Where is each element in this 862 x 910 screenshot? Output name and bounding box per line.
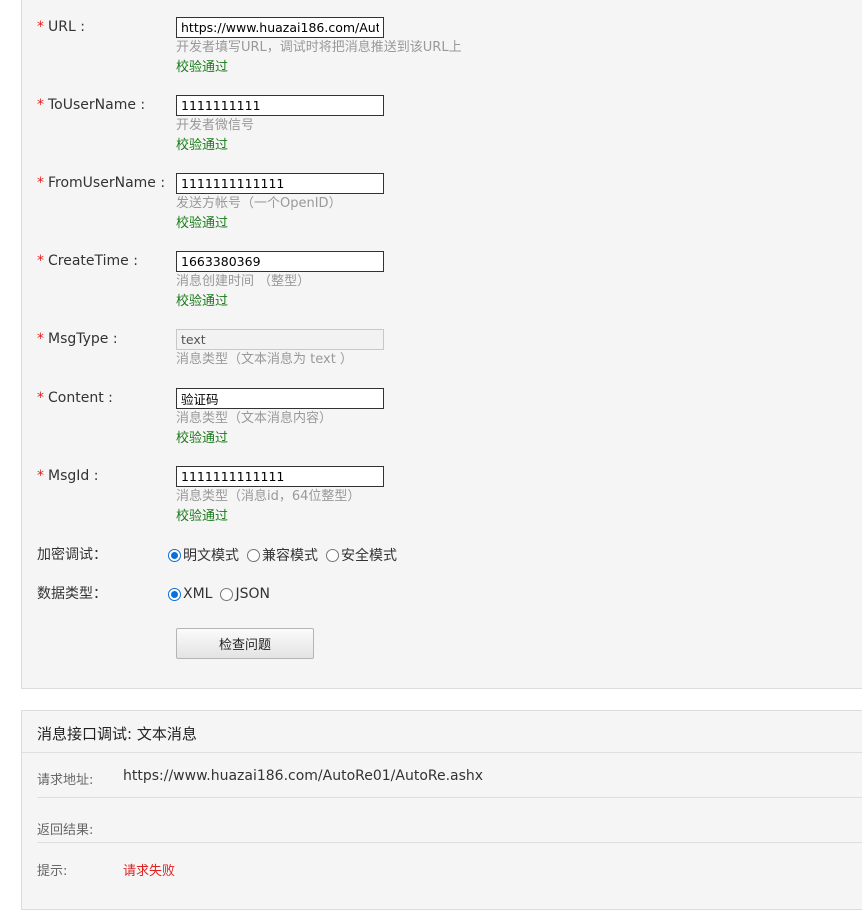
createtime-hint: 消息创建时间 （整型） [176, 274, 311, 289]
msgid-input[interactable] [176, 466, 384, 487]
encrypt-option-secure[interactable]: 安全模式 [326, 545, 397, 565]
datatype-radio-group: XML JSON [168, 584, 278, 604]
datatype-label: 数据类型： [37, 586, 107, 602]
createtime-status: 校验通过 [176, 294, 229, 309]
request-url-value: https://www.huazai186.com/AutoRe01/AutoR… [123, 768, 484, 784]
response-label: 返回结果: [37, 823, 94, 838]
required-mark: * [37, 390, 44, 406]
content-status: 校验通过 [176, 431, 229, 446]
required-mark: * [37, 468, 44, 484]
encrypt-option-plain[interactable]: 明文模式 [168, 545, 239, 565]
msgtype-input [176, 329, 384, 350]
tip-label: 提示: [37, 864, 68, 879]
datatype-option-json[interactable]: JSON [220, 586, 270, 602]
radio-checked-icon[interactable] [168, 587, 181, 601]
fromusername-label: FromUserName : [48, 175, 166, 191]
radio-unchecked-icon[interactable] [326, 548, 339, 562]
msgid-label: MsgId : [48, 468, 99, 484]
msgtype-hint: 消息类型（文本消息为 text ） [176, 352, 353, 367]
msgid-status: 校验通过 [176, 509, 229, 524]
result-title: 消息接口调试: 文本消息 [37, 725, 197, 743]
result-panel: 消息接口调试: 文本消息 请求地址: https://www.huazai186… [21, 710, 862, 910]
url-label: URL : [48, 19, 85, 35]
content-input[interactable] [176, 388, 384, 409]
tip-value: 请求失败 [123, 864, 176, 879]
msgid-hint: 消息类型（消息id，64位整型） [176, 489, 361, 504]
datatype-option-xml[interactable]: XML [168, 586, 212, 602]
encrypt-label: 加密调试： [37, 547, 107, 563]
radio-unchecked-icon[interactable] [247, 548, 260, 562]
tousername-status: 校验通过 [176, 138, 229, 153]
required-mark: * [37, 19, 44, 35]
url-status: 校验通过 [176, 60, 229, 75]
required-mark: * [37, 253, 44, 269]
fromusername-hint: 发送方帐号（一个OpenID） [176, 196, 342, 211]
fromusername-status: 校验通过 [176, 216, 229, 231]
url-hint: 开发者填写URL，调试时将把消息推送到该URL上 [176, 40, 462, 55]
check-problem-button[interactable]: 检查问题 [176, 628, 314, 659]
url-input[interactable] [176, 17, 384, 38]
tousername-input[interactable] [176, 95, 384, 116]
debug-form-panel: *URL : 开发者填写URL，调试时将把消息推送到该URL上 校验通过 *To… [21, 0, 862, 689]
encrypt-option-compatible[interactable]: 兼容模式 [247, 545, 318, 565]
createtime-input[interactable] [176, 251, 384, 272]
required-mark: * [37, 97, 44, 113]
createtime-label: CreateTime : [48, 253, 138, 269]
encrypt-radio-group: 明文模式 兼容模式 安全模式 [168, 545, 405, 565]
required-mark: * [37, 331, 44, 347]
divider [22, 752, 862, 753]
radio-checked-icon[interactable] [168, 548, 181, 562]
tousername-label: ToUserName : [48, 97, 146, 113]
required-mark: * [37, 175, 44, 191]
divider [37, 842, 862, 843]
divider [37, 797, 862, 798]
msgtype-label: MsgType : [48, 331, 118, 347]
content-hint: 消息类型（文本消息内容） [176, 411, 333, 426]
radio-unchecked-icon[interactable] [220, 587, 234, 601]
content-label: Content : [48, 390, 113, 406]
tousername-hint: 开发者微信号 [176, 118, 255, 133]
fromusername-input[interactable] [176, 173, 384, 194]
request-url-label: 请求地址: [37, 773, 94, 788]
